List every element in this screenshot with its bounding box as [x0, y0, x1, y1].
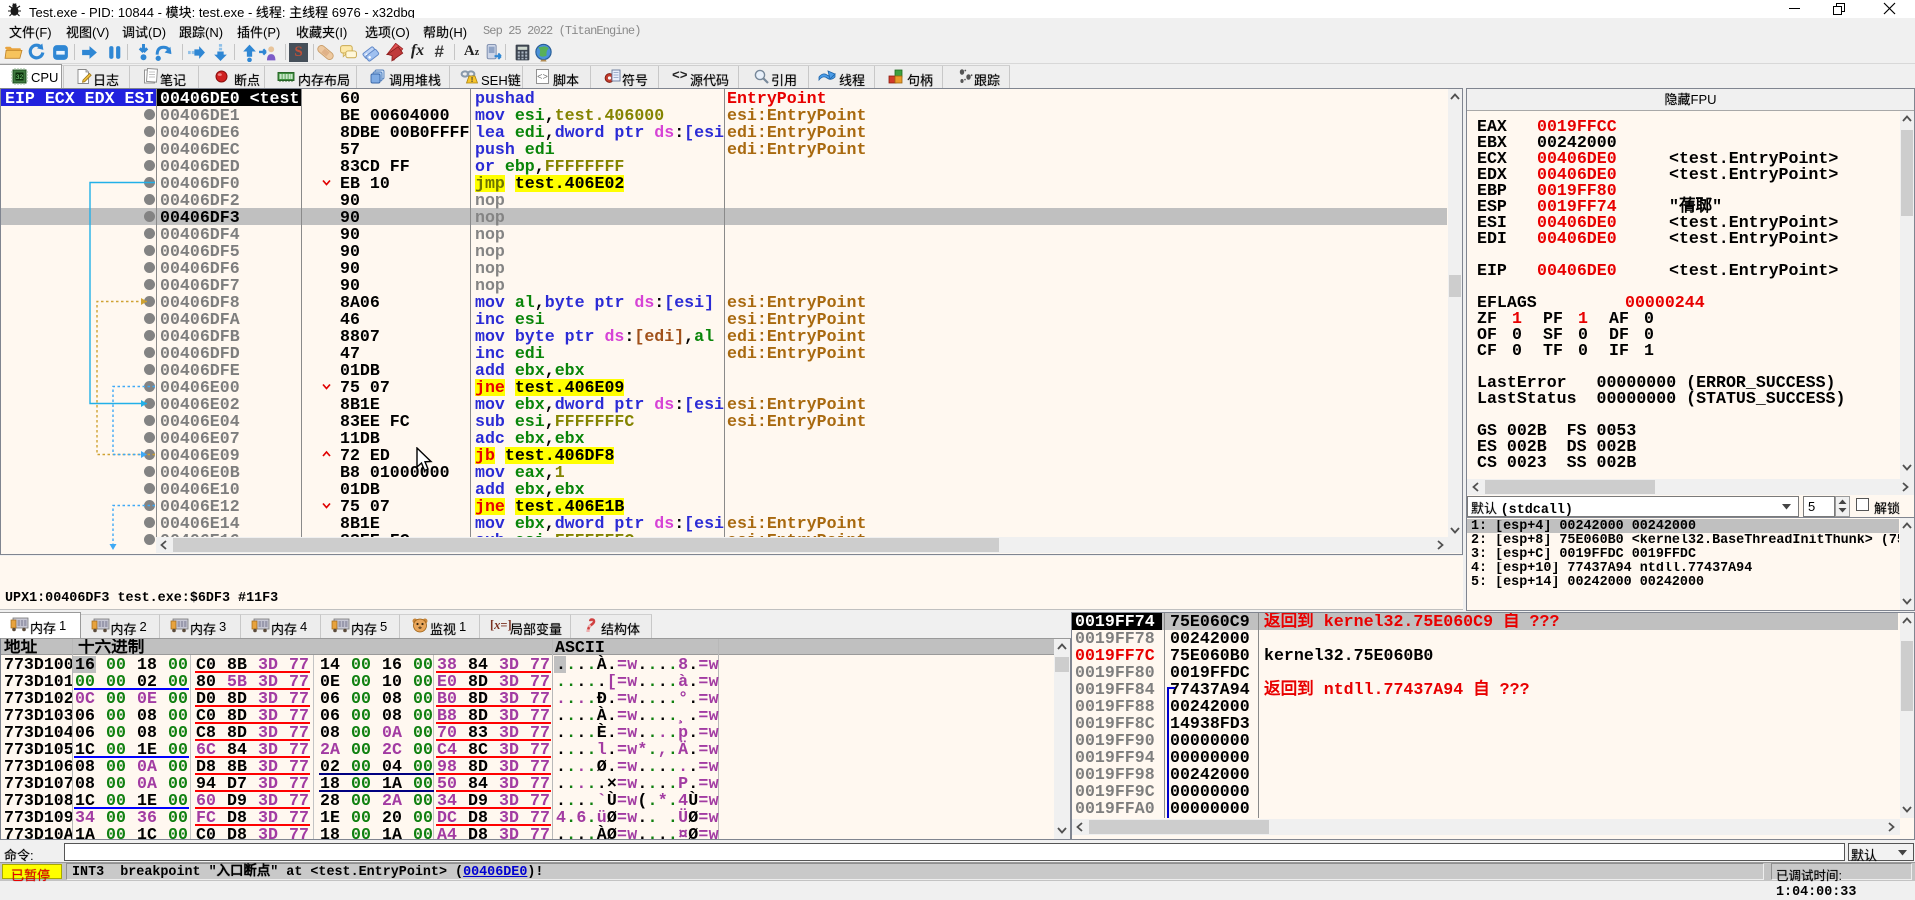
svg-text:32: 32 — [16, 74, 24, 81]
svg-text:!: ! — [471, 77, 473, 84]
svg-text:<>: <> — [537, 73, 548, 83]
